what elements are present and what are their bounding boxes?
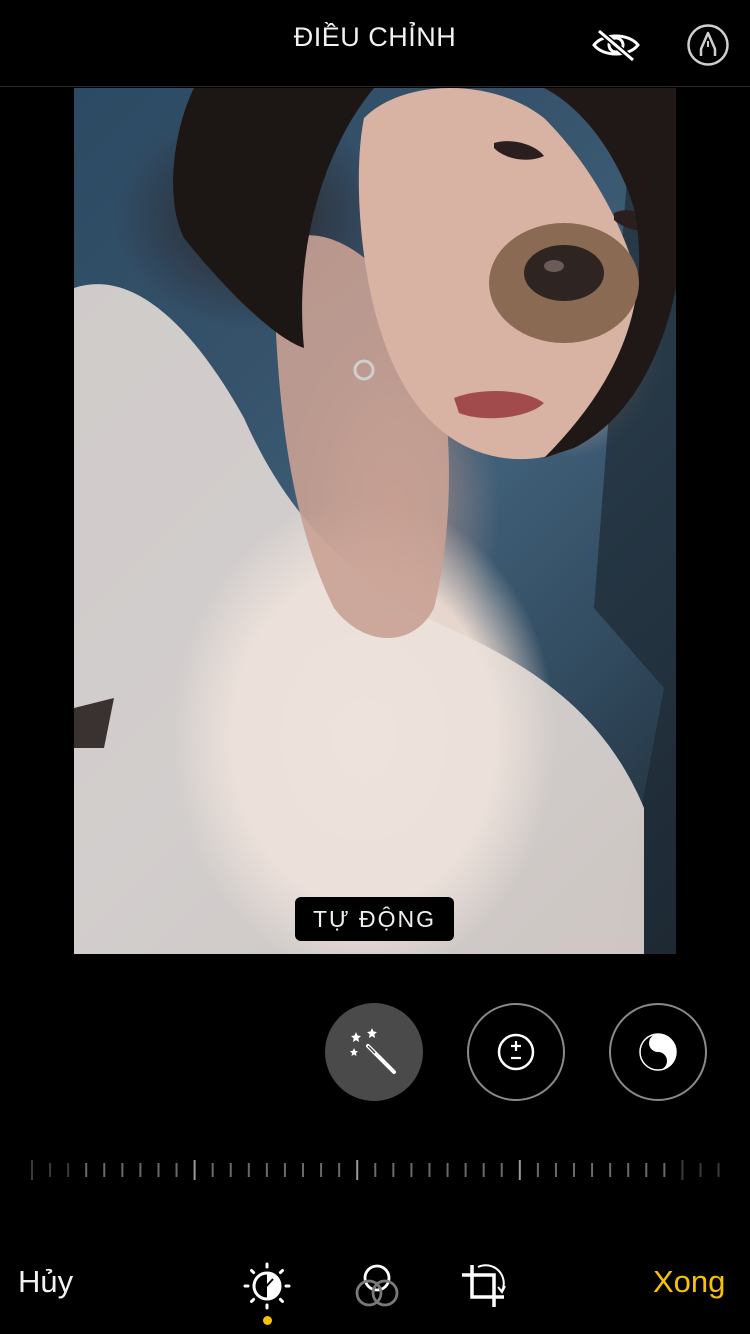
- adjustment-slider[interactable]: [30, 1158, 720, 1182]
- filters-icon[interactable]: [347, 1258, 403, 1314]
- brilliance-button[interactable]: [609, 1003, 707, 1101]
- exposure-plus-minus-icon: [497, 1033, 535, 1071]
- eye-slash-icon[interactable]: [591, 20, 641, 70]
- markup-pen-icon[interactable]: [683, 20, 733, 70]
- auto-enhance-button[interactable]: [325, 1003, 423, 1101]
- exposure-button[interactable]: [467, 1003, 565, 1101]
- auto-mode-badge: TỰ ĐỘNG: [295, 897, 454, 941]
- header-divider: [0, 86, 750, 87]
- yin-yang-icon: [639, 1033, 677, 1071]
- active-tab-indicator: [263, 1316, 272, 1325]
- magic-wand-icon: [350, 1028, 396, 1074]
- adjust-dial-icon[interactable]: [239, 1258, 295, 1314]
- cancel-button[interactable]: Hủy: [18, 1264, 73, 1300]
- done-button[interactable]: Xong: [653, 1264, 725, 1300]
- crop-rotate-icon[interactable]: [455, 1258, 511, 1314]
- photo-preview[interactable]: [74, 88, 676, 954]
